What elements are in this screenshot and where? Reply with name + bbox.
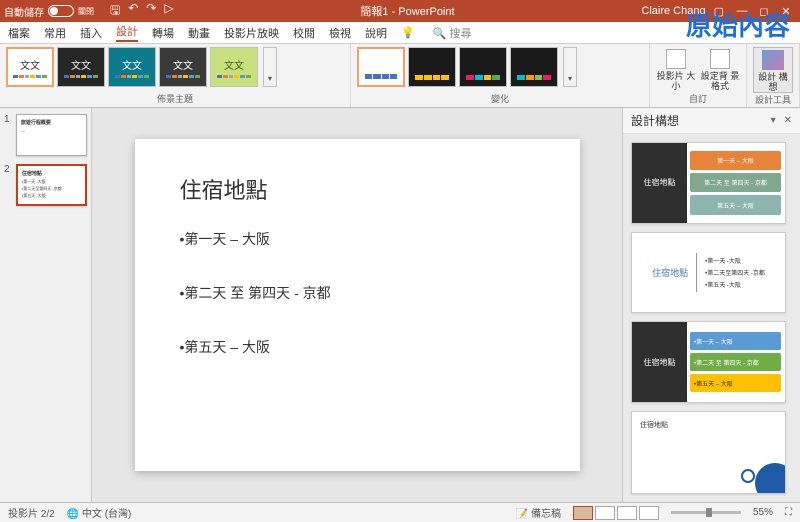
annotation-overlay: 原始內容	[686, 6, 790, 43]
tab-home[interactable]: 常用	[44, 25, 66, 41]
tab-file[interactable]: 檔案	[8, 25, 30, 41]
workspace: 1 旅遊行程概要— 2 住宿地點 •第一天 -大阪 •第二天至第四天 -京都 •…	[0, 108, 800, 502]
theme-3[interactable]: 文文	[108, 47, 156, 87]
notes-button[interactable]: 📝 備忘稿	[516, 505, 561, 520]
tab-view[interactable]: 檢視	[329, 25, 351, 41]
ribbon: 文文 文文 文文 文文 文文 ▾ 佈景主題 ▾ 變化 投影片 大小 設定背 景格…	[0, 44, 800, 108]
format-background-button[interactable]: 設定背 景格式	[700, 49, 740, 91]
bullet-2[interactable]: •第二天 至 第四天 - 京都	[180, 283, 535, 303]
design-idea-3[interactable]: 住宿地點 •第一天 – 大阪•第二天 至 第四天 - 京都•第五天 – 大阪	[631, 321, 786, 403]
slide-counter[interactable]: 投影片 2/2	[8, 505, 55, 520]
zoom-level[interactable]: 55%	[753, 507, 773, 518]
design-tools-group-label: 設計工具	[753, 93, 793, 108]
theme-5[interactable]: 文文	[210, 47, 258, 87]
bullet-3[interactable]: •第五天 – 大阪	[180, 337, 535, 357]
design-ideas-panel: 設計構想 ▾ ✕ 住宿地點 第一天 – 大阪第二天 至 第四天 - 京都第五天 …	[622, 108, 800, 502]
status-bar: 投影片 2/2 🌐 中文 (台灣) 📝 備忘稿 55% ⛶	[0, 502, 800, 522]
window-title: 簡報1 - PowerPoint	[174, 3, 642, 19]
design-ideas-title: 設計構想	[631, 112, 679, 129]
theme-office[interactable]: 文文	[6, 47, 54, 87]
tab-design[interactable]: 設計	[116, 23, 138, 42]
slide-title[interactable]: 住宿地點	[180, 173, 535, 205]
current-slide[interactable]: 住宿地點 •第一天 – 大阪 •第二天 至 第四天 - 京都 •第五天 – 大阪	[135, 139, 580, 471]
variants-group-label: 變化	[357, 92, 643, 107]
design-idea-4[interactable]: 住宿地點	[631, 411, 786, 494]
autosave-toggle[interactable]: 自動儲存 關閉	[4, 4, 94, 19]
fit-to-window-icon[interactable]: ⛶	[785, 507, 792, 518]
tab-insert[interactable]: 插入	[80, 25, 102, 41]
tell-me-icon[interactable]: 💡	[401, 26, 415, 39]
design-idea-2[interactable]: 住宿地點 •第一天 -大阪•第二天至第四天 -京都•第五天 -大阪	[631, 232, 786, 314]
design-ideas-list[interactable]: 住宿地點 第一天 – 大阪第二天 至 第四天 - 京都第五天 – 大阪 住宿地點…	[623, 134, 800, 502]
variant-4[interactable]	[510, 47, 558, 87]
variant-1[interactable]	[357, 47, 405, 87]
slide-editor[interactable]: 住宿地點 •第一天 – 大阪 •第二天 至 第四天 - 京都 •第五天 – 大阪	[92, 108, 622, 502]
title-bar: 自動儲存 關閉 🖫 ↶ ↷ ▷ 簡報1 - PowerPoint Claire …	[0, 0, 800, 22]
variant-3[interactable]	[459, 47, 507, 87]
panel-options-icon[interactable]: ▾	[771, 115, 776, 126]
normal-view-button[interactable]	[573, 506, 593, 520]
tab-slideshow[interactable]: 投影片放映	[224, 25, 279, 41]
themes-more[interactable]: ▾	[263, 47, 277, 87]
slide-size-button[interactable]: 投影片 大小	[656, 49, 696, 91]
reading-view-button[interactable]	[617, 506, 637, 520]
themes-group-label: 佈景主題	[6, 92, 344, 107]
design-idea-1[interactable]: 住宿地點 第一天 – 大阪第二天 至 第四天 - 京都第五天 – 大阪	[631, 142, 786, 224]
bullet-1[interactable]: •第一天 – 大阪	[180, 229, 535, 249]
panel-close-icon[interactable]: ✕	[784, 115, 792, 126]
customize-group-label: 自訂	[656, 92, 740, 107]
menu-bar: 檔案 常用 插入 設計 轉場 動畫 投影片放映 校閱 檢視 說明 💡 🔍 搜尋	[0, 22, 800, 44]
slideshow-view-button[interactable]	[639, 506, 659, 520]
zoom-slider[interactable]	[671, 511, 741, 514]
design-ideas-button[interactable]: 設計 構想	[753, 47, 793, 93]
autosave-state: 關閉	[78, 6, 94, 17]
redo-icon[interactable]: ↷	[146, 1, 156, 22]
tab-animations[interactable]: 動畫	[188, 25, 210, 41]
search-field[interactable]: 🔍 搜尋	[433, 25, 472, 41]
save-icon[interactable]: 🖫	[110, 1, 120, 22]
theme-4[interactable]: 文文	[159, 47, 207, 87]
undo-icon[interactable]: ↶	[128, 1, 138, 22]
variants-more[interactable]: ▾	[563, 47, 577, 87]
autosave-label: 自動儲存	[4, 4, 44, 19]
tab-review[interactable]: 校閱	[293, 25, 315, 41]
thumbnail-1[interactable]: 1 旅遊行程概要—	[4, 114, 87, 156]
theme-2[interactable]: 文文	[57, 47, 105, 87]
tab-help[interactable]: 說明	[365, 25, 387, 41]
slide-thumbnail-panel: 1 旅遊行程概要— 2 住宿地點 •第一天 -大阪 •第二天至第四天 -京都 •…	[0, 108, 92, 502]
sorter-view-button[interactable]	[595, 506, 615, 520]
language-status[interactable]: 🌐 中文 (台灣)	[67, 505, 132, 520]
tab-transitions[interactable]: 轉場	[152, 25, 174, 41]
start-from-beginning-icon[interactable]: ▷	[164, 1, 173, 22]
thumbnail-2[interactable]: 2 住宿地點 •第一天 -大阪 •第二天至第四天 -京都 •第五天 -大阪	[4, 164, 87, 206]
variant-2[interactable]	[408, 47, 456, 87]
